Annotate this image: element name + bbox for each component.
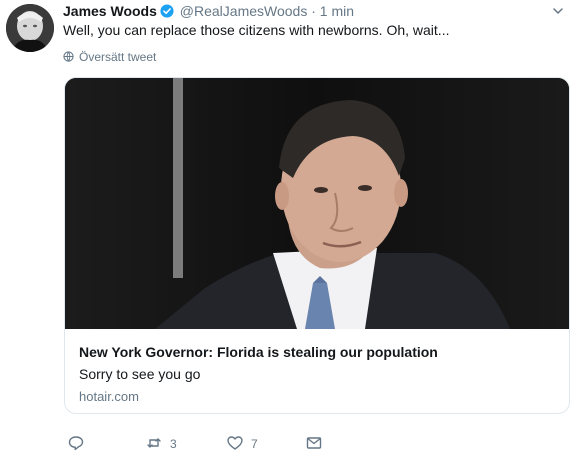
author-name[interactable]: James Woods [63,3,157,19]
heart-icon [227,435,243,454]
link-card[interactable]: New York Governor: Florida is stealing o… [64,77,570,414]
like-count: 7 [251,437,258,451]
card-title: New York Governor: Florida is stealing o… [79,344,438,360]
retweet-count: 3 [170,437,177,451]
retweet-button[interactable]: 3 [146,433,177,455]
separator-dot: · [311,3,316,19]
tweet-actions: 3 7 [64,433,364,455]
tweet-text: Well, you can replace those citizens wit… [63,22,450,38]
reply-icon [68,435,84,454]
tweet-timestamp[interactable]: 1 min [320,3,354,19]
chevron-down-icon[interactable] [552,4,564,16]
globe-icon [63,50,74,62]
like-button[interactable]: 7 [227,433,258,455]
reply-button[interactable] [68,433,84,455]
card-image [65,78,569,329]
card-domain: hotair.com [79,389,139,404]
card-description: Sorry to see you go [79,366,201,382]
direct-message-button[interactable] [306,433,322,455]
author-handle[interactable]: @RealJamesWoods [180,3,308,19]
translate-tweet-link[interactable]: Översätt tweet [63,49,156,65]
tweet-header: James Woods @RealJamesWoods · 1 min [63,2,578,20]
retweet-icon [146,435,162,454]
translate-label: Översätt tweet [79,50,157,64]
envelope-icon [306,435,322,454]
verified-badge-icon [160,4,174,18]
avatar[interactable] [6,4,54,52]
